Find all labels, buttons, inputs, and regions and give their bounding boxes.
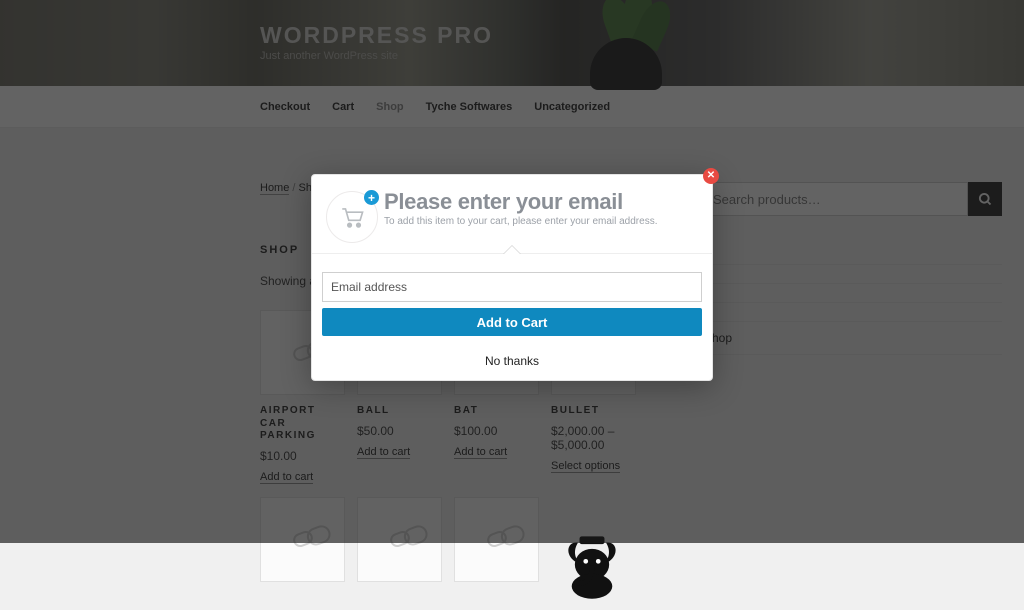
cart-badge-plus-icon: + bbox=[364, 190, 379, 205]
email-capture-modal: ✕ + Please enter your email To add this … bbox=[311, 174, 713, 381]
modal-title: Please enter your email bbox=[384, 189, 657, 215]
cart-icon bbox=[338, 204, 366, 230]
modal-header: + Please enter your email To add this it… bbox=[312, 175, 712, 253]
close-icon: ✕ bbox=[707, 171, 715, 181]
modal-divider bbox=[312, 253, 712, 254]
cart-icon-container: + bbox=[326, 191, 378, 243]
page: WORDPRESS PRO Just another WordPress sit… bbox=[0, 0, 1024, 543]
modal-subtitle: To add this item to your cart, please en… bbox=[384, 216, 657, 227]
modal-close-button[interactable]: ✕ bbox=[703, 168, 719, 184]
email-input[interactable] bbox=[322, 272, 702, 302]
add-to-cart-button[interactable]: Add to Cart bbox=[322, 308, 702, 336]
no-thanks-link[interactable]: No thanks bbox=[322, 354, 702, 368]
modal-body: Add to Cart No thanks bbox=[312, 268, 712, 380]
